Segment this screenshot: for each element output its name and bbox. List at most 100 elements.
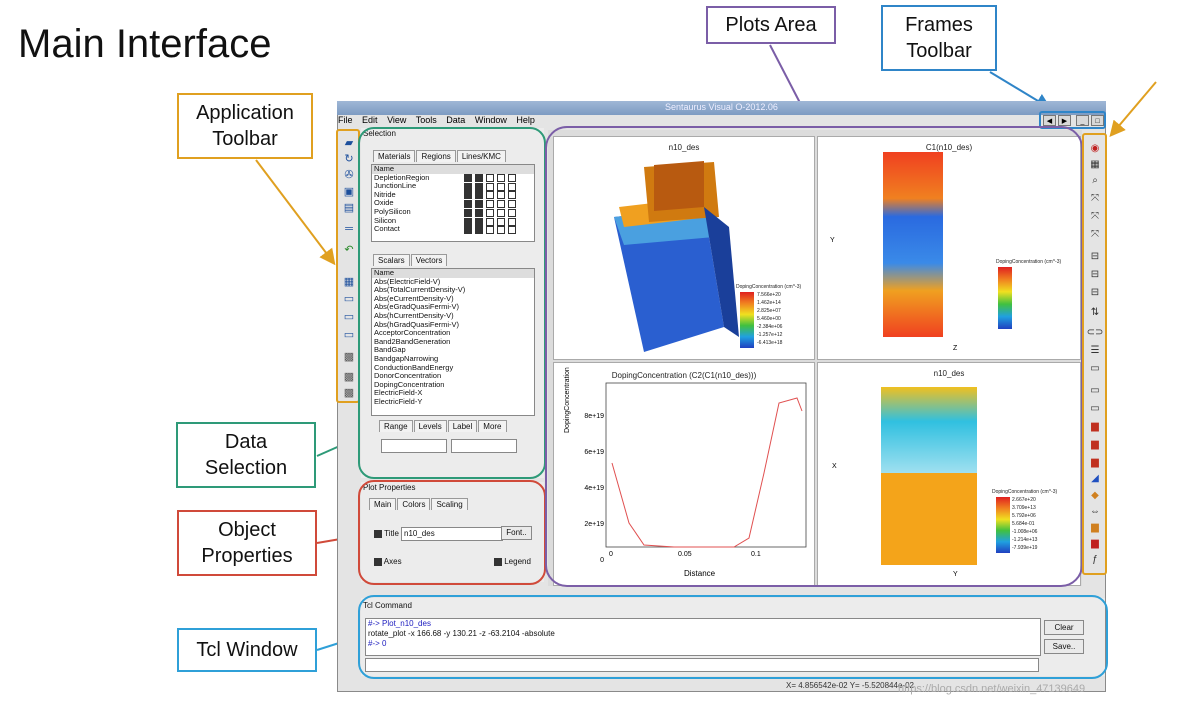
function-icon[interactable]: ƒ — [1085, 553, 1105, 567]
legend-value: 5.460e+00 — [757, 316, 781, 322]
layout-icon[interactable]: ▦ — [339, 275, 359, 289]
cursor-coords: X= 4.856542e-02 Y= -5.520844e-02 — [786, 681, 914, 690]
frame-minimize-button[interactable]: _ — [1076, 115, 1089, 126]
grid-icon[interactable]: ▦ — [1085, 158, 1105, 172]
menu-tools[interactable]: Tools — [416, 115, 437, 125]
frame-grid-icon[interactable]: ▭ — [339, 310, 359, 324]
range-min-field[interactable] — [381, 439, 447, 453]
menu-window[interactable]: Window — [475, 115, 507, 125]
x-tick: 0 — [609, 551, 613, 558]
zoom-icon[interactable]: ⌕ — [1085, 174, 1105, 188]
plot1-colorbar — [740, 292, 754, 348]
boundary-icon[interactable]: ▆ — [1085, 537, 1105, 551]
frame-prev-button[interactable]: ◀ — [1043, 115, 1056, 126]
data-selection-callout: Data Selection — [176, 422, 316, 488]
tab-more[interactable]: More — [478, 420, 507, 432]
camera-icon[interactable]: ▩ — [339, 386, 359, 400]
title-checkbox[interactable]: Title — [371, 529, 399, 538]
selection-tabs: Materials Regions Lines/KMC — [373, 150, 507, 162]
probe-icon[interactable]: ◉ — [1085, 142, 1105, 156]
selection-header: Selection — [363, 129, 396, 138]
font-button[interactable]: Font.. — [501, 526, 532, 540]
undo-icon[interactable]: ↶ — [339, 243, 359, 257]
title-input[interactable]: n10_des — [401, 527, 503, 541]
tab-lines-kmc[interactable]: Lines/KMC — [456, 150, 506, 162]
reload-icon[interactable]: ↻ — [339, 152, 359, 166]
material-icon[interactable]: ▆ — [1085, 521, 1105, 535]
frame-layout-icon[interactable]: ▭ — [339, 292, 359, 306]
scalar-tabs: Scalars Vectors — [373, 254, 448, 266]
app-toolbar-callout-line1: Application — [196, 102, 294, 124]
menu-view[interactable]: View — [387, 115, 406, 125]
slide-title: Main Interface — [18, 22, 272, 66]
cutline-icon[interactable]: ⇅ — [1085, 306, 1105, 320]
cut-x-icon[interactable]: ⊟ — [1085, 250, 1105, 264]
region-y-icon[interactable]: ▆ — [1085, 438, 1105, 452]
tab-main[interactable]: Main — [369, 498, 397, 510]
contour-icon[interactable]: ◆ — [1085, 489, 1105, 503]
cut-z-icon[interactable]: ⊟ — [1085, 286, 1105, 300]
rotate-z-icon[interactable]: ⤧ — [1085, 228, 1105, 242]
script-icon[interactable]: ✇ — [339, 168, 359, 182]
frame-icon[interactable]: ▭ — [1085, 384, 1105, 398]
tab-colors[interactable]: Colors — [397, 498, 431, 510]
region-z-icon[interactable]: ▆ — [1085, 456, 1105, 470]
tab-scaling[interactable]: Scaling — [431, 498, 468, 510]
legend-checkbox[interactable]: Legend — [491, 557, 531, 566]
range-max-field[interactable] — [451, 439, 517, 453]
open-icon[interactable]: ▰ — [339, 136, 359, 150]
plot2-colorbar — [998, 267, 1012, 329]
plot3-y-axis-label: DopingConcentration — [564, 367, 571, 433]
list-item[interactable]: ElectricField-Y — [372, 397, 534, 407]
plot-1d-line[interactable]: DopingConcentration (C2(C1(n10_des))) Do… — [553, 362, 815, 586]
display-icon[interactable]: ▭ — [1085, 362, 1105, 376]
ruler-icon[interactable]: ☰ — [1085, 344, 1105, 358]
export-icon[interactable]: ▤ — [339, 201, 359, 215]
materials-checkboxes[interactable] — [461, 174, 521, 235]
tab-materials[interactable]: Materials — [373, 150, 416, 162]
tab-scalars[interactable]: Scalars — [373, 254, 410, 266]
tab-levels[interactable]: Levels — [413, 420, 447, 432]
copy-icon[interactable]: ▭ — [1085, 402, 1105, 416]
tab-label[interactable]: Label — [447, 420, 478, 432]
plot-2d-device[interactable]: n10_des X Y DopingConcentration (cm^-3) … — [817, 362, 1081, 586]
cut-y-icon[interactable]: ⊟ — [1085, 268, 1105, 282]
tab-range[interactable]: Range — [379, 420, 413, 432]
tab-vectors[interactable]: Vectors — [410, 254, 448, 266]
selection-panel: Selection Materials Regions Lines/KMC Name… — [361, 128, 544, 478]
plot-2d-cut[interactable]: C1(n10_des) Y Z DopingConcentration (cm^… — [817, 136, 1081, 360]
window-title: Sentaurus Visual O-2012.06 — [665, 102, 778, 112]
tab-regions[interactable]: Regions — [416, 150, 456, 162]
link-icon[interactable]: ⊂⊃ — [1085, 326, 1105, 340]
menu-file[interactable]: File — [338, 115, 353, 125]
separator-icon[interactable]: ═ — [339, 222, 359, 236]
mesh-icon[interactable]: ◢ — [1085, 472, 1105, 486]
plot-3d-device[interactable]: n10_des DopingConcentration (cm^-3) 7.56… — [553, 136, 815, 360]
frame-tile-icon[interactable]: ▭ — [339, 328, 359, 342]
x-tick: 0.1 — [751, 551, 761, 558]
frame-next-button[interactable]: ▶ — [1058, 115, 1071, 126]
tcl-panel: Tcl Command #-> Plot_n10_des rotate_plot… — [361, 598, 1105, 676]
menu-data[interactable]: Data — [446, 115, 465, 125]
record-icon[interactable]: ▩ — [339, 370, 359, 384]
frame-maximize-button[interactable]: □ — [1091, 115, 1104, 126]
menu-bar: File Edit View Tools Data Window Help — [338, 115, 1105, 127]
list-item-label: Contact — [374, 224, 400, 234]
object-properties-callout: Object Properties — [177, 510, 317, 576]
scalars-list[interactable]: Name Abs(ElectricField-V) Abs(TotalCurre… — [371, 268, 535, 416]
vector-icon[interactable]: ⇔ — [1085, 505, 1105, 519]
axes-checkbox[interactable]: Axes — [371, 557, 402, 566]
region-x-icon[interactable]: ▆ — [1085, 420, 1105, 434]
tcl-input[interactable] — [365, 658, 1039, 672]
save-button[interactable]: Save.. — [1044, 639, 1084, 654]
menu-edit[interactable]: Edit — [362, 115, 378, 125]
rotate-y-icon[interactable]: ⤧ — [1085, 210, 1105, 224]
clear-button[interactable]: Clear — [1044, 620, 1084, 635]
rotate-x-icon[interactable]: ⤧ — [1085, 192, 1105, 206]
device-top-region — [881, 387, 977, 473]
tcl-output[interactable]: #-> Plot_n10_des rotate_plot -x 166.68 -… — [365, 618, 1041, 656]
movie-icon[interactable]: ▩ — [339, 350, 359, 364]
menu-help[interactable]: Help — [516, 115, 535, 125]
save-icon[interactable]: ▣ — [339, 185, 359, 199]
legend-value: 3.709e+13 — [1012, 505, 1036, 511]
